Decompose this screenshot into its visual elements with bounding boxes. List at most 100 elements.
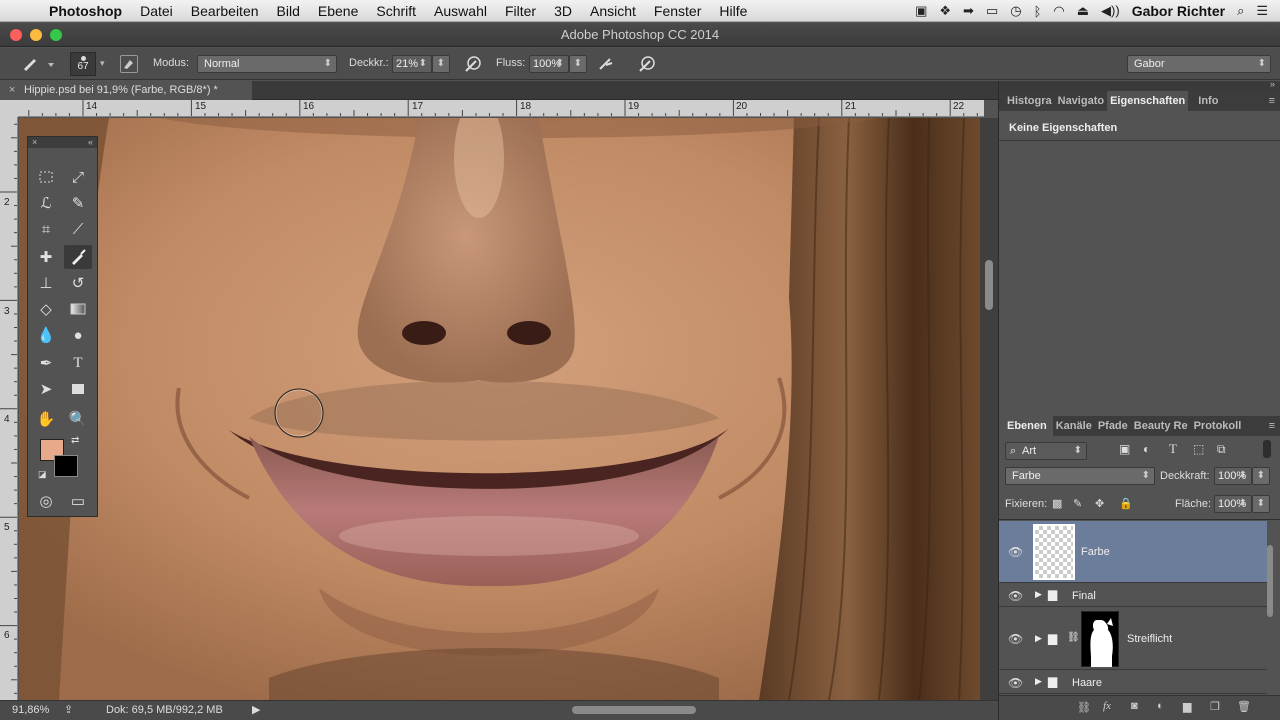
close-tab-icon[interactable]: × — [9, 81, 15, 100]
move-tool-icon[interactable]: ⤢ — [64, 165, 92, 189]
link-icon[interactable]: ⛓ — [1067, 632, 1080, 643]
disclosure-triangle-icon[interactable]: ▶ — [1035, 589, 1042, 600]
lock-position-icon[interactable]: ✥ — [1095, 497, 1104, 510]
history-brush-tool-icon[interactable]: ↺ — [64, 271, 92, 295]
tab-beauty-retouch[interactable]: Beauty Re — [1131, 420, 1191, 432]
volume-icon[interactable]: ◀)) — [1101, 3, 1120, 19]
opacity-slider-button[interactable] — [432, 55, 450, 73]
eye-icon[interactable]: 👁 — [1008, 632, 1023, 646]
tab-properties[interactable]: Eigenschaften — [1107, 91, 1189, 111]
vertical-scroll-thumb[interactable] — [985, 260, 993, 310]
user-name[interactable]: Gabor Richter — [1132, 3, 1225, 19]
add-mask-icon[interactable]: ◙ — [1131, 700, 1138, 712]
eyedropper-tool-icon[interactable]: ⟋ — [64, 217, 92, 241]
image-canvas[interactable] — [19, 118, 980, 700]
layer-name[interactable]: Farbe — [1081, 546, 1110, 558]
pressure-opacity-icon[interactable] — [462, 53, 484, 75]
menu-bearbeiten[interactable]: Bearbeiten — [182, 3, 268, 19]
fill-slider-button[interactable] — [1252, 495, 1270, 513]
filter-shape-icon[interactable]: ⬚ — [1193, 442, 1204, 456]
tools-panel-header[interactable]: × « — [28, 137, 97, 148]
document-tab[interactable]: × Hippie.psd bei 91,9% (Farbe, RGB/8*) * — [0, 81, 252, 100]
menu-datei[interactable]: Datei — [131, 3, 182, 19]
horizontal-scroll-thumb[interactable] — [572, 706, 696, 714]
lock-transparent-icon[interactable]: ▩ — [1052, 497, 1062, 510]
collapse-icon[interactable]: » — [1270, 79, 1275, 89]
quick-mask-icon[interactable]: ◎ — [32, 489, 60, 513]
gradient-tool-icon[interactable] — [64, 297, 92, 321]
background-color-swatch[interactable] — [54, 455, 78, 477]
menu-hilfe[interactable]: Hilfe — [710, 3, 756, 19]
lasso-tool-icon[interactable]: ℒ — [32, 191, 60, 215]
tab-history[interactable]: Protokoll — [1191, 420, 1245, 432]
crop-tool-icon[interactable]: ⌗ — [32, 217, 60, 241]
flow-input[interactable]: 100% — [529, 55, 569, 73]
clone-stamp-tool-icon[interactable]: ⊥ — [32, 271, 60, 295]
minimize-window-button[interactable] — [30, 29, 42, 41]
marquee-tool-icon[interactable] — [32, 165, 60, 189]
share-icon[interactable]: ➡ — [963, 3, 974, 19]
zoom-tool-icon[interactable]: 🔍 — [64, 407, 92, 431]
lock-all-icon[interactable]: 🔒 — [1119, 497, 1133, 510]
collapse-icon[interactable]: « — [88, 137, 93, 147]
layer-row-farbe[interactable]: 👁 Farbe — [999, 521, 1267, 583]
eye-icon[interactable]: 👁 — [1008, 589, 1023, 603]
opacity-input[interactable]: 21% — [392, 55, 432, 73]
link-layers-icon[interactable]: ⛓ — [1077, 701, 1091, 714]
blur-tool-icon[interactable]: 💧 — [32, 323, 60, 347]
new-group-icon[interactable]: ▆ — [1183, 700, 1191, 713]
menu-ebene[interactable]: Ebene — [309, 3, 367, 19]
filter-pixel-icon[interactable]: ▣ — [1119, 442, 1130, 456]
type-tool-icon[interactable]: T — [64, 351, 92, 375]
panel-dock-header[interactable]: » — [999, 79, 1280, 91]
notification-icon[interactable]: ☰ — [1256, 3, 1268, 19]
tab-paths[interactable]: Pfade — [1095, 420, 1131, 432]
spotlight-icon[interactable]: ⌕ — [1237, 3, 1244, 19]
layer-row-streiflicht[interactable]: 👁 ▶ ▆ ⛓ Streiflicht — [999, 608, 1267, 670]
screen-icon[interactable]: ▣ — [915, 3, 927, 19]
filter-smart-object-icon[interactable]: ⧉ — [1217, 442, 1226, 457]
panel-menu-icon[interactable]: ≡ — [1269, 420, 1275, 432]
dropbox-icon[interactable]: ❖ — [939, 3, 951, 19]
lock-image-icon[interactable]: ✎ — [1073, 497, 1082, 510]
layer-mask-thumbnail[interactable] — [1081, 611, 1119, 667]
layer-name[interactable]: Haare — [1072, 677, 1102, 689]
layer-row-haare[interactable]: 👁 ▶ ▆ Haare — [999, 671, 1267, 694]
brush-panel-toggle-icon[interactable] — [120, 55, 138, 73]
layer-name[interactable]: Final — [1072, 590, 1096, 602]
quick-selection-tool-icon[interactable]: ✎ — [64, 191, 92, 215]
menu-ansicht[interactable]: Ansicht — [581, 3, 645, 19]
rectangle-tool-icon[interactable] — [64, 377, 92, 401]
vertical-scrollbar[interactable] — [980, 118, 998, 700]
panel-menu-icon[interactable]: ≡ — [1269, 95, 1275, 107]
fill-input[interactable]: 100% — [1214, 495, 1252, 513]
flow-slider-button[interactable] — [569, 55, 587, 73]
screen-mode-icon[interactable]: ▭ — [64, 489, 92, 513]
eject-icon[interactable]: ⏏ — [1077, 3, 1089, 19]
time-machine-icon[interactable]: ◷ — [1010, 3, 1021, 19]
menu-app[interactable]: Photoshop — [40, 3, 131, 19]
pen-tool-icon[interactable]: ✒ — [32, 351, 60, 375]
eye-icon[interactable]: 👁 — [1008, 676, 1023, 690]
bluetooth-icon[interactable]: ᛒ — [1034, 4, 1042, 19]
layer-filter-select[interactable]: ⌕ Art — [1005, 442, 1087, 460]
eraser-tool-icon[interactable]: ◇ — [32, 297, 60, 321]
airplay-icon[interactable]: ▭ — [986, 3, 998, 19]
layer-style-icon[interactable]: fx — [1103, 700, 1111, 712]
tab-navigator[interactable]: Navigato — [1055, 95, 1107, 107]
hand-tool-icon[interactable]: ✋ — [32, 407, 60, 431]
menu-filter[interactable]: Filter — [496, 3, 545, 19]
trash-icon[interactable]: 🗑 — [1237, 700, 1251, 713]
zoom-window-button[interactable] — [50, 29, 62, 41]
new-layer-icon[interactable]: ❐ — [1210, 700, 1220, 713]
chevron-down-icon[interactable]: ▾ — [100, 58, 105, 69]
tab-layers[interactable]: Ebenen — [999, 416, 1053, 436]
filter-adjustment-icon[interactable]: ◐ — [1143, 442, 1150, 456]
disclosure-triangle-icon[interactable]: ▶ — [1035, 633, 1042, 644]
menu-fenster[interactable]: Fenster — [645, 3, 710, 19]
close-window-button[interactable] — [10, 29, 22, 41]
healing-brush-tool-icon[interactable]: ✚ — [32, 245, 60, 269]
adjustment-layer-icon[interactable]: ◐ — [1157, 700, 1164, 712]
airbrush-icon[interactable] — [596, 53, 618, 75]
dodge-tool-icon[interactable]: ● — [64, 323, 92, 347]
